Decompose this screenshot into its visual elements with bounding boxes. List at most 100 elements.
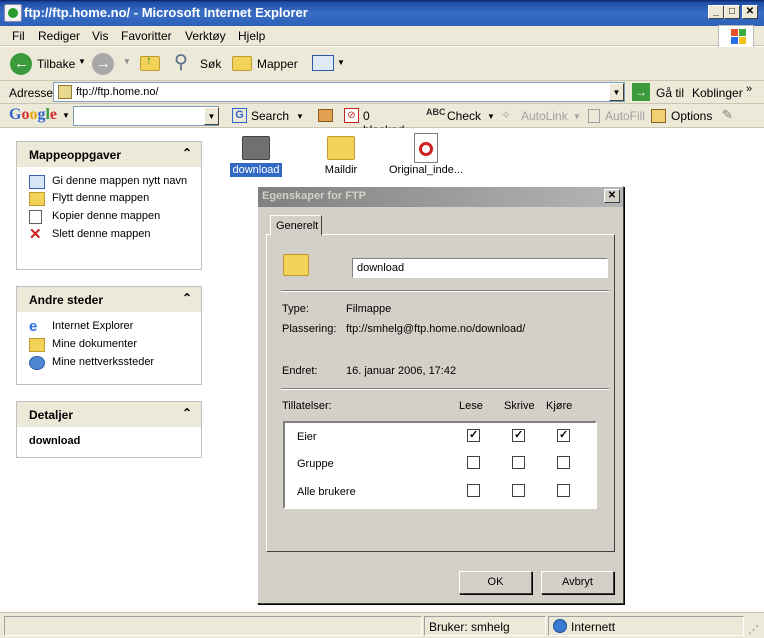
details-panel: Detaljer ⌃ download xyxy=(16,401,202,458)
place-network-places[interactable]: Mine nettverkssteder xyxy=(29,356,193,370)
popup-blocker-button[interactable]: ⊘ 0 blocked xyxy=(344,106,414,137)
place-internet-explorer[interactable]: e Internet Explorer xyxy=(29,318,193,335)
standard-toolbar: ← Tilbake ▼ → ▼ ↑ ⚲ Søk Mapper ▼ xyxy=(0,47,764,81)
cancel-button[interactable]: Avbryt xyxy=(541,571,614,594)
dialog-close-button[interactable]: ✕ xyxy=(604,189,620,203)
internet-explorer-icon: e xyxy=(29,318,38,335)
task-copy-folder[interactable]: Kopier denne mappen xyxy=(29,210,193,224)
pencil-icon[interactable]: ✎ xyxy=(722,107,733,123)
google-search-button[interactable]: G Search ▼ xyxy=(232,106,304,126)
separator xyxy=(281,388,609,390)
views-icon xyxy=(312,55,334,71)
google-search-dropdown-icon[interactable]: ▼ xyxy=(204,107,219,125)
google-options-button[interactable]: Options xyxy=(651,106,715,126)
search-button[interactable]: ⚲ Søk xyxy=(172,51,224,77)
chevron-right-icon[interactable]: » xyxy=(746,83,752,95)
ie-icon xyxy=(4,4,22,22)
all-users-read-checkbox[interactable] xyxy=(467,484,480,497)
place-my-documents[interactable]: Mine dokumenter xyxy=(29,338,193,352)
task-move-folder[interactable]: Flytt denne mappen xyxy=(29,192,193,206)
column-read: Lese xyxy=(459,400,483,412)
menu-help[interactable]: Hjelp xyxy=(238,29,265,43)
all-users-execute-checkbox[interactable] xyxy=(557,484,570,497)
properties-dialog: Egenskaper for FTP ✕ Generelt download T… xyxy=(257,186,624,604)
menu-tools[interactable]: Verktøy xyxy=(185,29,226,43)
type-value: Filmappe xyxy=(346,303,392,315)
other-places-header[interactable]: Andre steder ⌃ xyxy=(17,287,201,312)
menu-edit[interactable]: Rediger xyxy=(38,29,80,43)
minimize-button[interactable]: _ xyxy=(708,5,724,19)
google-g-icon: G xyxy=(232,108,247,123)
task-delete-folder[interactable]: ✕ Slett denne mappen xyxy=(29,227,193,242)
status-main xyxy=(4,616,422,636)
owner-write-checkbox[interactable] xyxy=(512,428,525,442)
modified-label: Endret: xyxy=(282,365,318,377)
permission-row-all-users: Alle brukere xyxy=(297,486,356,498)
general-tab-panel: download Type: Filmappe Plassering: ftp:… xyxy=(266,234,615,552)
owner-execute-checkbox[interactable] xyxy=(557,428,570,442)
spellcheck-abc-icon: ABC xyxy=(426,107,446,117)
permission-row-group: Gruppe xyxy=(297,458,334,470)
options-icon xyxy=(651,109,666,123)
group-write-checkbox[interactable] xyxy=(512,456,525,469)
file-item-maildir[interactable]: Maildir xyxy=(301,136,381,177)
all-users-write-checkbox[interactable] xyxy=(512,484,525,497)
title-bar: ftp://ftp.home.no/ - Microsoft Internet … xyxy=(0,0,764,26)
forward-button[interactable]: → ▼ xyxy=(92,51,132,77)
task-rename-folder[interactable]: Gi denne mappen nytt navn xyxy=(29,175,193,189)
menu-favorites[interactable]: Favoritter xyxy=(121,29,172,43)
owner-read-checkbox[interactable] xyxy=(467,428,480,442)
back-dropdown-icon[interactable]: ▼ xyxy=(78,57,86,66)
spell-check-button[interactable]: ABC Check ▼ xyxy=(426,106,496,126)
file-item-download[interactable]: download xyxy=(216,136,296,177)
collapse-chevron-icon[interactable]: ⌃ xyxy=(182,406,192,420)
ok-button[interactable]: OK xyxy=(459,571,532,594)
address-input[interactable]: ftp://ftp.home.no/ xyxy=(53,82,625,102)
autofill-button[interactable]: AutoFill xyxy=(588,106,645,126)
group-execute-checkbox[interactable] xyxy=(557,456,570,469)
up-folder-button[interactable]: ↑ xyxy=(138,51,162,77)
group-read-checkbox[interactable] xyxy=(467,456,480,469)
folder-name-input[interactable]: download xyxy=(352,258,608,278)
google-search-input[interactable] xyxy=(73,106,219,126)
status-zone: Internett xyxy=(548,616,744,636)
folder-tasks-panel: Mappeoppgaver ⌃ Gi denne mappen nytt nav… xyxy=(16,141,202,270)
go-button[interactable]: → Gå til xyxy=(632,83,686,102)
maximize-button[interactable]: □ xyxy=(724,5,740,19)
status-bar: Bruker: smhelg Internett ⋰ xyxy=(0,612,764,638)
google-menu-dropdown-icon[interactable]: ▼ xyxy=(62,111,70,120)
go-arrow-icon: → xyxy=(632,83,650,101)
column-execute: Kjøre xyxy=(546,400,573,412)
ftp-folder-icon xyxy=(58,85,72,99)
pagerank-icon[interactable] xyxy=(318,109,333,122)
back-button[interactable]: ← Tilbake ▼ xyxy=(8,51,86,77)
folder-icon xyxy=(242,136,270,160)
links-button[interactable]: Koblinger xyxy=(692,86,743,100)
search-magnifier-icon: ⚲ xyxy=(174,52,188,73)
separator xyxy=(281,290,609,292)
status-user: Bruker: smhelg xyxy=(424,616,546,636)
collapse-chevron-icon[interactable]: ⌃ xyxy=(182,146,192,160)
folder-tasks-header[interactable]: Mappeoppgaver ⌃ xyxy=(17,142,201,167)
collapse-chevron-icon[interactable]: ⌃ xyxy=(182,291,192,305)
popup-blocker-icon: ⊘ xyxy=(344,108,359,123)
permissions-table: Eier Gruppe Alle brukere xyxy=(283,421,597,509)
google-logo[interactable]: Google xyxy=(9,106,57,124)
menu-file[interactable]: Fil xyxy=(12,29,25,43)
file-item-original-index[interactable]: Original_inde... xyxy=(386,133,466,177)
type-label: Type: xyxy=(282,303,309,315)
autolink-button[interactable]: ✧ AutoLink ▼ xyxy=(501,106,581,126)
views-button[interactable]: ▼ xyxy=(310,51,345,77)
resize-grip-icon[interactable]: ⋰ xyxy=(748,623,759,636)
network-places-icon xyxy=(29,356,45,370)
move-folder-icon xyxy=(29,192,45,206)
tab-general[interactable]: Generelt xyxy=(270,215,322,235)
menu-view[interactable]: Vis xyxy=(92,29,108,43)
location-label: Plassering: xyxy=(282,323,337,335)
forward-dropdown-icon[interactable]: ▼ xyxy=(123,57,131,66)
details-header[interactable]: Detaljer ⌃ xyxy=(17,402,201,427)
folders-button[interactable]: Mapper xyxy=(230,51,298,77)
address-dropdown-icon[interactable]: ▼ xyxy=(609,83,624,101)
close-button[interactable]: ✕ xyxy=(742,5,758,19)
permission-row-owner: Eier xyxy=(297,431,317,443)
